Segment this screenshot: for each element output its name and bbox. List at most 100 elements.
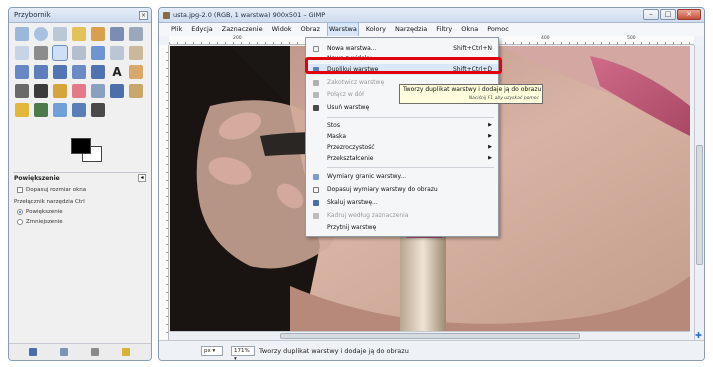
color-picker-tool-icon[interactable] xyxy=(34,46,48,60)
unit-value: px xyxy=(204,348,211,354)
vertical-scrollbar[interactable] xyxy=(694,45,704,341)
scissors-tool-icon[interactable] xyxy=(110,27,124,41)
measure-tool-icon[interactable] xyxy=(72,46,86,60)
minimize-icon[interactable]: – xyxy=(643,9,659,20)
menu-warstwa[interactable]: Warstwa xyxy=(326,22,359,37)
cage-tool-icon[interactable] xyxy=(91,103,105,117)
toolbox-window: Przybornik × A Powiększenie ◂ Dopasuj ro… xyxy=(8,7,152,361)
menu-item-layer-to-image-size[interactable]: Dopasuj wymiary warstwy do obrazu xyxy=(306,184,498,195)
menu-item-label: Połącz w dół xyxy=(327,91,364,98)
menu-item-label: Przekształcenie xyxy=(327,155,374,162)
select-by-color-tool-icon[interactable] xyxy=(91,27,105,41)
shear-tool-icon[interactable] xyxy=(53,65,67,79)
free-select-tool-icon[interactable] xyxy=(53,27,67,41)
dodge-burn-tool-icon[interactable] xyxy=(53,103,67,117)
zoom-tool-icon[interactable] xyxy=(52,45,68,61)
layer-to-image-size-icon xyxy=(313,187,319,193)
checkbox-icon[interactable] xyxy=(17,187,23,193)
maximize-icon[interactable]: □ xyxy=(660,9,676,20)
tool-toggle-text: Przełącznik narzędzia Ctrl xyxy=(14,199,85,205)
submenu-arrow-icon: ▶ xyxy=(488,144,492,150)
window-controls: – □ × xyxy=(643,9,701,20)
menu-kolory[interactable]: Kolory xyxy=(365,23,387,36)
radio-on-icon[interactable] xyxy=(17,209,23,215)
ellipse-select-tool-icon[interactable] xyxy=(34,27,48,41)
save-options-icon[interactable] xyxy=(29,348,37,356)
eraser-tool-icon[interactable] xyxy=(72,84,86,98)
menu-okna[interactable]: Okna xyxy=(460,23,479,36)
align-tool-icon[interactable] xyxy=(110,46,124,60)
flip-tool-icon[interactable] xyxy=(91,65,105,79)
radio-off-icon[interactable] xyxy=(17,219,23,225)
color-swatches[interactable] xyxy=(71,138,105,166)
close-icon[interactable]: × xyxy=(677,9,701,20)
gimp-app-icon xyxy=(163,12,170,19)
airbrush-tool-icon[interactable] xyxy=(91,84,105,98)
vertical-scroll-thumb[interactable] xyxy=(696,145,703,265)
restore-options-icon[interactable] xyxy=(60,348,68,356)
text-tool-icon[interactable]: A xyxy=(110,65,124,79)
merge-down-icon xyxy=(313,92,319,98)
foreground-color-swatch[interactable] xyxy=(71,138,91,154)
clone-tool-icon[interactable] xyxy=(110,84,124,98)
navigate-icon[interactable]: ✚ xyxy=(694,331,703,340)
unit-select[interactable]: px ▾ xyxy=(201,346,223,356)
foreground-select-tool-icon[interactable] xyxy=(129,27,143,41)
reset-options-icon[interactable] xyxy=(122,348,130,356)
menu-item-stack[interactable]: Stos ▶ xyxy=(306,120,498,131)
menu-item-layer-boundary-size[interactable]: Wymiary granic warstwy... xyxy=(306,171,498,182)
menu-item-transparency[interactable]: Przezroczystość ▶ xyxy=(306,142,498,153)
rect-select-tool-icon[interactable] xyxy=(15,27,29,41)
delete-options-icon[interactable] xyxy=(91,348,99,356)
menu-item-mask[interactable]: Maska ▶ xyxy=(306,131,498,142)
menu-narzedzia[interactable]: Narzędzia xyxy=(394,23,428,36)
lipstick-tube xyxy=(400,236,446,341)
menu-plik[interactable]: Plik xyxy=(170,23,183,36)
scale-tool-icon[interactable] xyxy=(34,65,48,79)
ruler-label: 400 xyxy=(541,36,550,41)
zoom-select[interactable]: 171% ▾ xyxy=(231,346,255,360)
menu-edycja[interactable]: Edycja xyxy=(190,23,213,36)
anchor-icon xyxy=(313,80,319,86)
smudge-tool-icon[interactable] xyxy=(15,103,29,117)
bucket-fill-tool-icon[interactable] xyxy=(129,65,143,79)
menu-zaznaczenie[interactable]: Zaznaczenie xyxy=(221,23,264,36)
ink-tool-icon[interactable] xyxy=(72,103,86,117)
resize-window-option[interactable]: Dopasuj rozmiar okna xyxy=(17,187,86,193)
menu-item-scale-layer[interactable]: Skaluj warstwę... xyxy=(306,197,498,208)
zoom-out-option[interactable]: Zmniejszenie xyxy=(17,219,63,225)
toolbox-title: Przybornik xyxy=(14,11,51,19)
menu-item-crop-to-selection[interactable]: Kadruj według zaznaczenia xyxy=(306,210,498,221)
heal-tool-icon[interactable] xyxy=(129,84,143,98)
horizontal-scrollbar[interactable] xyxy=(170,331,690,340)
ruler-label: 500 xyxy=(627,36,636,41)
menu-item-label: Przytnij warstwę xyxy=(327,224,377,231)
vertical-ruler[interactable] xyxy=(159,45,169,341)
toolbox-bottom-bar xyxy=(9,343,151,360)
menu-item-autocrop-layer[interactable]: Przytnij warstwę xyxy=(306,222,498,233)
options-menu-icon[interactable]: ◂ xyxy=(138,174,146,182)
pencil-tool-icon[interactable] xyxy=(34,84,48,98)
paths-tool-icon[interactable] xyxy=(15,46,29,60)
perspective-tool-icon[interactable] xyxy=(72,65,86,79)
fuzzy-select-tool-icon[interactable] xyxy=(72,27,86,41)
menu-separator xyxy=(327,117,494,118)
menu-filtry[interactable]: Filtry xyxy=(435,23,453,36)
move-tool-icon[interactable] xyxy=(91,46,105,60)
zoom-out-label: Zmniejszenie xyxy=(26,219,63,225)
menu-pomoc[interactable]: Pomoc xyxy=(486,23,510,36)
toolbox-close-icon[interactable]: × xyxy=(139,11,148,20)
rotate-tool-icon[interactable] xyxy=(15,65,29,79)
blend-tool-icon[interactable] xyxy=(15,84,29,98)
status-message: Tworzy duplikat warstwy i dodaje ją do o… xyxy=(259,347,409,355)
resize-window-label: Dopasuj rozmiar okna xyxy=(26,187,87,193)
crop-tool-icon[interactable] xyxy=(129,46,143,60)
menu-item-transform[interactable]: Przekształcenie ▶ xyxy=(306,153,498,164)
menu-widok[interactable]: Widok xyxy=(271,23,293,36)
horizontal-scroll-thumb[interactable] xyxy=(280,333,580,339)
convolve-tool-icon[interactable] xyxy=(34,103,48,117)
paintbrush-tool-icon[interactable] xyxy=(53,84,67,98)
menu-obraz[interactable]: Obraz xyxy=(300,23,321,36)
zoom-in-option[interactable]: Powiększenie xyxy=(17,209,63,215)
menu-item-label: Usuń warstwę xyxy=(327,104,370,111)
